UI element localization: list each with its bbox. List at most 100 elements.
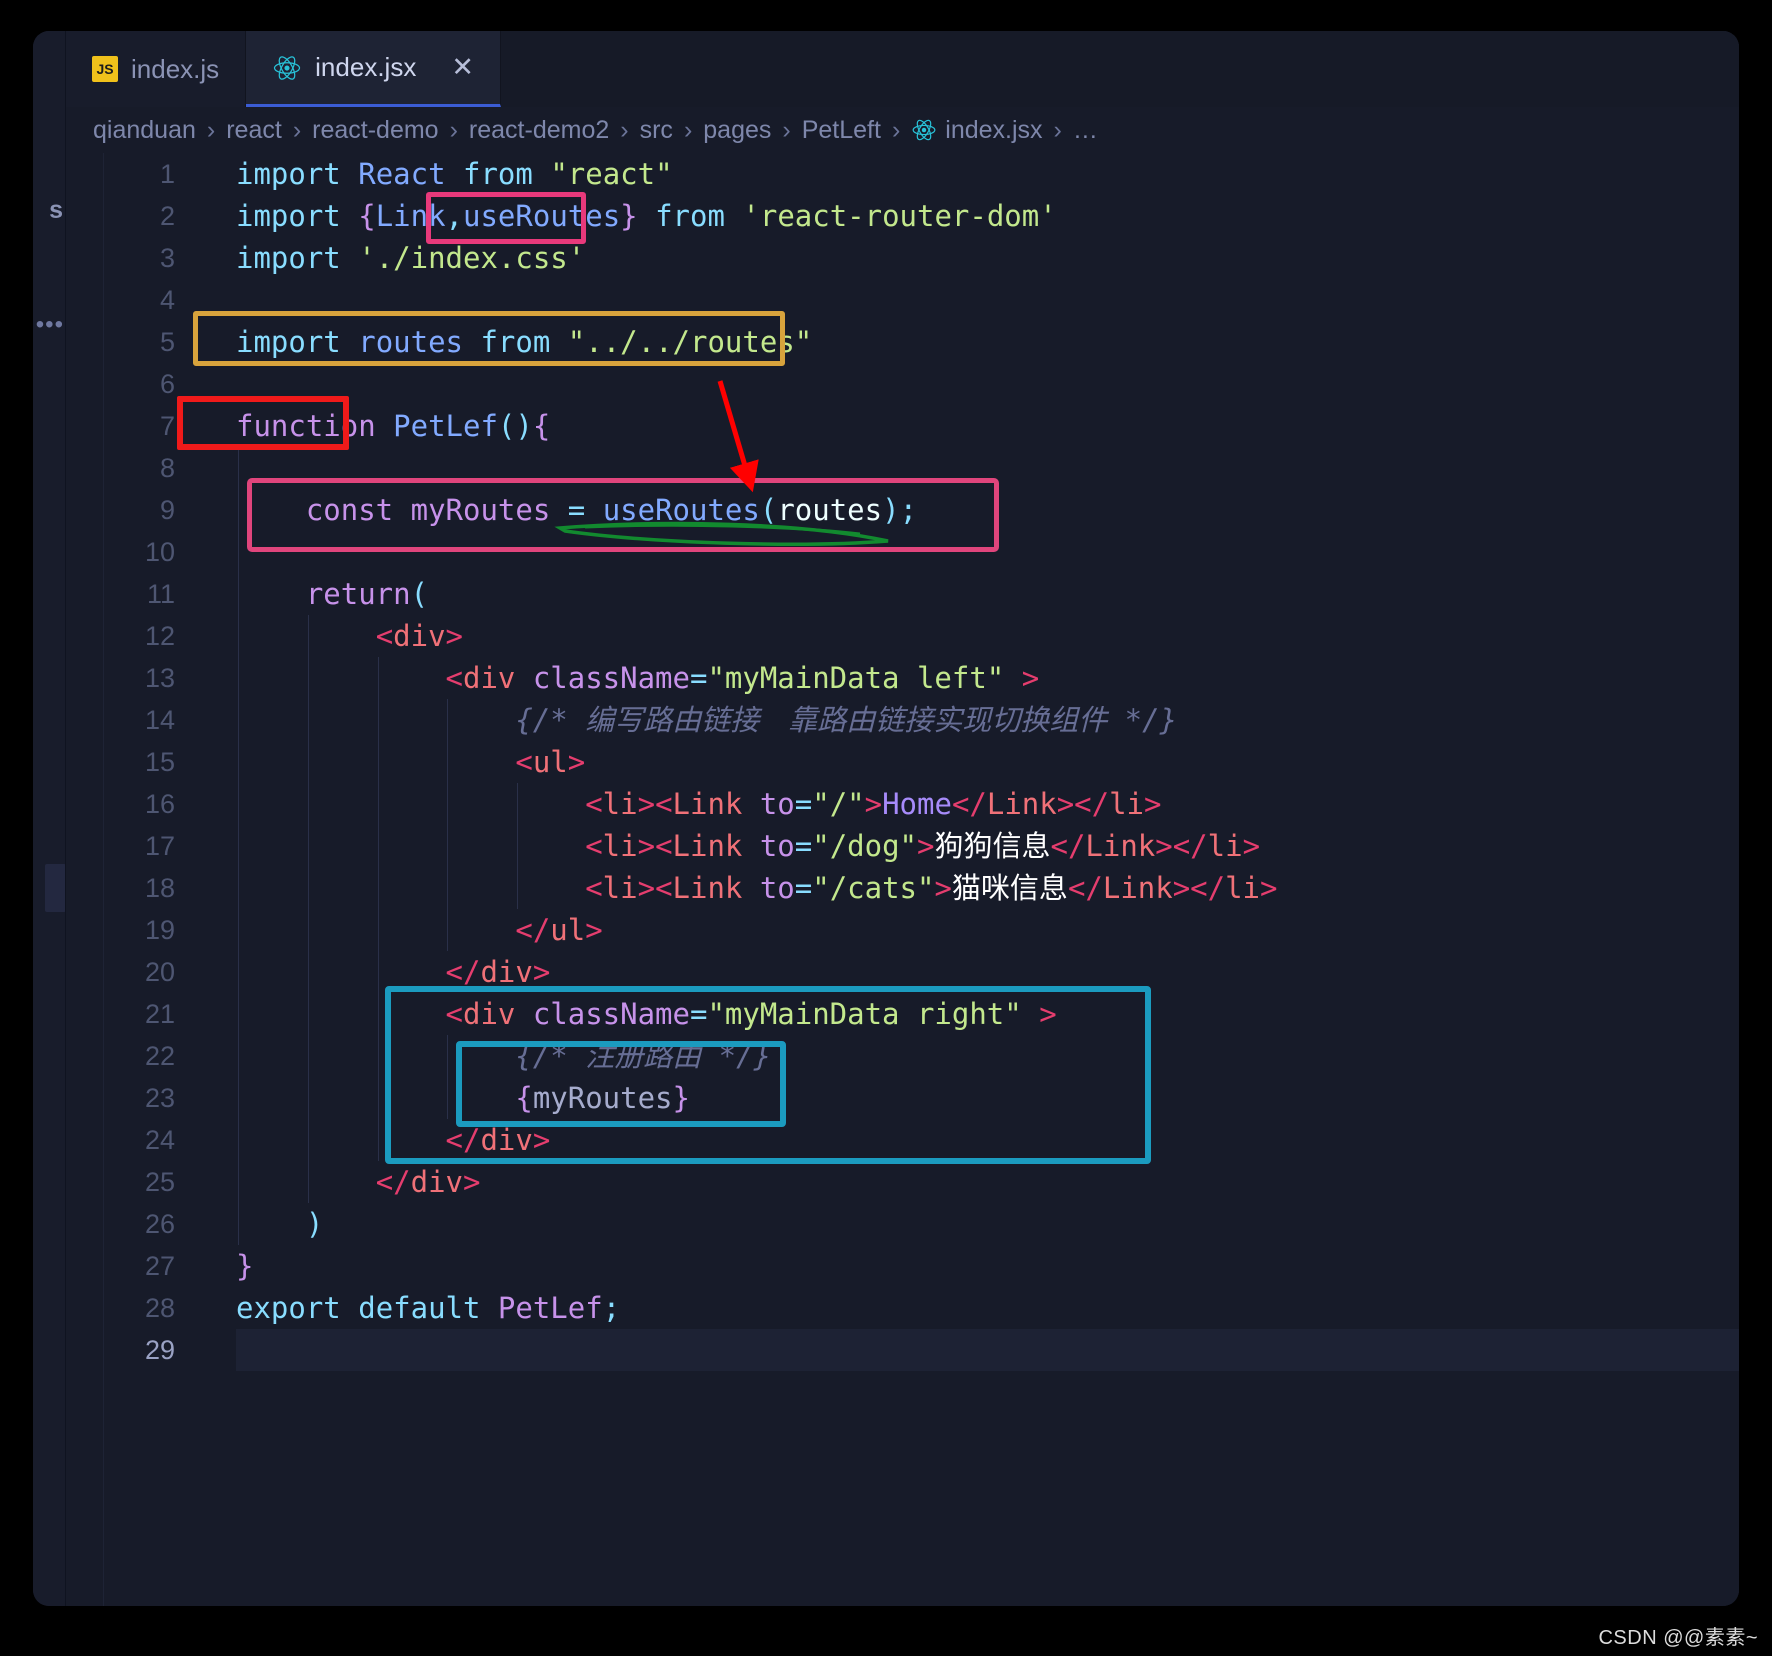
code-line[interactable]: 15 <ul> bbox=[66, 741, 1739, 783]
code-line[interactable]: 29 bbox=[66, 1329, 1739, 1371]
code-editor[interactable]: 1 import React from "react" 2 import {Link,… bbox=[66, 153, 1739, 1606]
code-line[interactable]: 6 bbox=[66, 363, 1739, 405]
code-token: > bbox=[463, 1165, 481, 1199]
code-token: > bbox=[532, 1123, 551, 1157]
code-token: , bbox=[445, 199, 464, 233]
code-line-text[interactable]: import {Link,useRoutes} from 'react-rout… bbox=[236, 195, 1057, 237]
code-line-text[interactable]: </div> bbox=[236, 1161, 481, 1203]
code-line[interactable]: 1 import React from "react" bbox=[66, 153, 1739, 195]
code-line-text[interactable]: <li><Link to="/">Home</Link></li> bbox=[236, 783, 1161, 825]
code-line[interactable]: 7 function PetLef(){ bbox=[66, 405, 1739, 447]
code-line[interactable]: 4 bbox=[66, 279, 1739, 321]
explorer-scrollbar-thumb[interactable] bbox=[45, 864, 66, 912]
code-line[interactable]: 8 bbox=[66, 447, 1739, 489]
breadcrumb-item-index-jsx[interactable]: index.jsx bbox=[943, 116, 1044, 145]
code-line-text[interactable]: return( bbox=[236, 573, 428, 615]
code-token: function bbox=[236, 409, 376, 443]
code-token: div bbox=[462, 661, 516, 695]
code-line[interactable]: 20 </div> bbox=[66, 951, 1739, 993]
code-token: 'react-router-dom' bbox=[742, 199, 1057, 233]
code-line-text[interactable]: </ul> bbox=[236, 909, 602, 951]
code-token: > bbox=[1172, 871, 1191, 905]
code-line[interactable]: 5 import routes from "../../routes" bbox=[66, 321, 1739, 363]
code-line[interactable]: 14 {/* 编写路由链接 靠路由链接实现切换组件 */} bbox=[66, 699, 1739, 741]
code-line-text[interactable]: import './index.css' bbox=[236, 237, 585, 279]
line-number: 8 bbox=[159, 453, 175, 483]
code-line-text[interactable]: {myRoutes} bbox=[236, 1077, 690, 1119]
code-line-text[interactable]: <div> bbox=[236, 615, 463, 657]
explorer-panel-sliver[interactable]: s ••• bbox=[33, 31, 66, 1606]
breadcrumb-item-qianduan[interactable]: qianduan bbox=[91, 116, 198, 145]
breadcrumb-item-pages[interactable]: pages bbox=[701, 116, 773, 145]
code-token: React bbox=[358, 157, 446, 191]
code-line-text[interactable]: const myRoutes = useRoutes(routes); bbox=[236, 489, 917, 531]
code-line-text[interactable]: } bbox=[236, 1245, 253, 1287]
explorer-overflow-ellipsis[interactable]: ••• bbox=[33, 311, 66, 339]
code-token: div bbox=[410, 1165, 463, 1199]
breadcrumb-item-overflow[interactable]: … bbox=[1071, 116, 1100, 145]
code-token: ( bbox=[410, 577, 429, 611]
code-line[interactable]: 22 {/* 注册路由 */} bbox=[66, 1035, 1739, 1077]
code-line[interactable]: 25 </div> bbox=[66, 1161, 1739, 1203]
code-line[interactable]: 2 import {Link,useRoutes} from 'react-rou… bbox=[66, 195, 1739, 237]
line-number: 16 bbox=[144, 789, 175, 819]
code-line[interactable]: 28 export default PetLef; bbox=[66, 1287, 1739, 1329]
code-content[interactable]: 1 import React from "react" 2 import {Link,… bbox=[66, 153, 1739, 1371]
code-token: </ bbox=[951, 787, 987, 821]
close-icon[interactable]: ✕ bbox=[451, 54, 474, 81]
code-line[interactable]: 9 const myRoutes = useRoutes(routes); bbox=[66, 489, 1739, 531]
code-token: } bbox=[236, 1249, 254, 1283]
code-line[interactable]: 3 import './index.css' bbox=[66, 237, 1739, 279]
code-line[interactable]: 24 </div> bbox=[66, 1119, 1739, 1161]
code-line[interactable]: 18 <li><Link to="/cats">猫咪信息</Link></li> bbox=[66, 867, 1739, 909]
code-token: return bbox=[305, 577, 411, 611]
code-line[interactable]: 19 </ul> bbox=[66, 909, 1739, 951]
code-line[interactable]: 26 ) bbox=[66, 1203, 1739, 1245]
code-line-text[interactable]: <div className="myMainData left" > bbox=[236, 657, 1040, 699]
code-line-text[interactable]: import React from "react" bbox=[236, 153, 673, 195]
explorer-partial-label: s bbox=[49, 196, 63, 224]
code-line-text[interactable]: <li><Link to="/cats">猫咪信息</Link></li> bbox=[236, 867, 1277, 909]
code-line[interactable]: 16 <li><Link to="/">Home</Link></li> bbox=[66, 783, 1739, 825]
breadcrumb-separator: › bbox=[891, 115, 901, 144]
code-token: Home bbox=[882, 787, 952, 821]
code-token: "/dog" bbox=[812, 829, 917, 863]
breadcrumb-item-react[interactable]: react bbox=[224, 116, 284, 145]
tab-index-js[interactable]: JS index.js bbox=[66, 31, 247, 107]
code-line-text[interactable]: <li><Link to="/dog">狗狗信息</Link></li> bbox=[236, 825, 1260, 867]
code-line[interactable]: 12 <div> bbox=[66, 615, 1739, 657]
code-line-text[interactable]: import routes from "../../routes" bbox=[236, 321, 812, 363]
code-line-text[interactable]: ) bbox=[236, 1203, 323, 1245]
code-line[interactable]: 11 return( bbox=[66, 573, 1739, 615]
code-token: from bbox=[655, 199, 725, 233]
line-number: 7 bbox=[159, 411, 175, 441]
code-token: </ bbox=[1067, 871, 1103, 905]
code-line[interactable]: 27} bbox=[66, 1245, 1739, 1287]
breadcrumb-item-petleft[interactable]: PetLeft bbox=[800, 116, 883, 145]
code-line-text[interactable]: <div className="myMainData right" > bbox=[236, 993, 1057, 1035]
code-line[interactable]: 17 <li><Link to="/dog">狗狗信息</Link></li> bbox=[66, 825, 1739, 867]
code-line-text[interactable]: <ul> bbox=[236, 741, 585, 783]
code-line-text[interactable]: function PetLef(){ bbox=[236, 405, 550, 447]
code-line-text[interactable]: export default PetLef; bbox=[236, 1287, 620, 1329]
code-line[interactable]: 13 <div className="myMainData left" > bbox=[66, 657, 1739, 699]
code-token: export bbox=[236, 1291, 341, 1325]
code-line[interactable]: 10 bbox=[66, 531, 1739, 573]
breadcrumb-item-src[interactable]: src bbox=[638, 116, 675, 145]
tab-index-jsx[interactable]: index.jsx ✕ bbox=[246, 31, 501, 107]
code-line-text[interactable]: </div> bbox=[236, 1119, 551, 1161]
code-line[interactable]: 21 <div className="myMainData right" > bbox=[66, 993, 1739, 1035]
code-line[interactable]: 23 {myRoutes} bbox=[66, 1077, 1739, 1119]
line-number: 13 bbox=[144, 663, 175, 693]
breadcrumb-item-react-demo2[interactable]: react-demo2 bbox=[467, 116, 611, 145]
code-line-text[interactable]: {/* 编写路由链接 靠路由链接实现切换组件 */} bbox=[236, 699, 1177, 741]
code-token: div bbox=[462, 997, 516, 1031]
code-line-text[interactable]: {/* 注册路由 */} bbox=[236, 1035, 771, 1077]
code-line-text[interactable]: </div> bbox=[236, 951, 551, 993]
code-token: > bbox=[864, 787, 883, 821]
line-number: 10 bbox=[144, 537, 175, 567]
breadcrumb-item-react-demo[interactable]: react-demo bbox=[310, 116, 440, 145]
